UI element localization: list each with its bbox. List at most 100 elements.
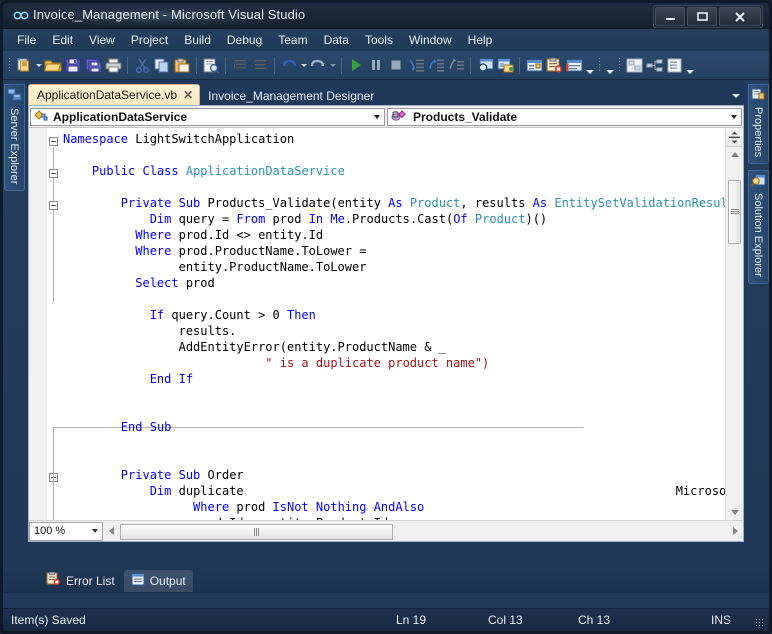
open-file-icon[interactable]: [43, 55, 63, 75]
scroll-down-button[interactable]: [726, 505, 743, 520]
toolbar-separator: [341, 56, 342, 74]
tab-list-dropdown-icon[interactable]: [730, 90, 742, 102]
horizontal-scrollbar-thumb[interactable]: [120, 523, 393, 540]
scroll-left-button[interactable]: [103, 523, 119, 540]
tab-output[interactable]: Output: [123, 569, 193, 592]
code-surface[interactable]: Namespace LightSwitchApplication Public …: [29, 128, 743, 521]
toolbar-overflow-icon[interactable]: [684, 54, 695, 76]
menu-view[interactable]: View: [81, 31, 123, 49]
uncomment-icon[interactable]: [250, 55, 270, 75]
sidebar-item-properties[interactable]: Properties: [747, 84, 769, 165]
step-into-icon[interactable]: [406, 55, 426, 75]
error-list-icon[interactable]: [544, 55, 564, 75]
find-in-files-icon[interactable]: [475, 55, 495, 75]
solution-explorer-icon: [750, 174, 766, 190]
resize-grip[interactable]: [755, 618, 765, 628]
window-controls: [653, 5, 763, 28]
indicator-margin[interactable]: [29, 128, 48, 521]
output-icon: [131, 573, 145, 589]
zoom-dropdown[interactable]: 100 %: [29, 521, 103, 541]
new-project-icon[interactable]: [14, 55, 34, 75]
new-project-dropdown-icon[interactable]: [34, 55, 43, 75]
standard-toolbar: [3, 51, 769, 80]
close-button[interactable]: [719, 7, 761, 26]
save-icon[interactable]: [63, 55, 83, 75]
comment-icon[interactable]: [230, 55, 250, 75]
stop-icon[interactable]: [386, 55, 406, 75]
sidebar-item-server-explorer[interactable]: Server Explorer: [3, 84, 25, 192]
cut-icon[interactable]: [132, 55, 152, 75]
find-replace-icon[interactable]: [201, 55, 221, 75]
undo-dropdown-icon[interactable]: [299, 55, 308, 75]
menu-tools[interactable]: Tools: [357, 31, 401, 49]
outlining-margin[interactable]: [47, 128, 63, 521]
object-browser-icon[interactable]: [644, 55, 664, 75]
code-line: Dim query = From prod In Me.Products.Cas…: [149, 212, 548, 226]
vertical-scrollbar[interactable]: [725, 128, 743, 541]
paste-icon[interactable]: [172, 55, 192, 75]
sidebar-item-solution-explorer[interactable]: Solution Explorer: [747, 170, 769, 284]
start-debug-icon[interactable]: [346, 55, 366, 75]
toolbox-icon[interactable]: [495, 55, 515, 75]
chevron-down-icon[interactable]: [369, 109, 384, 125]
fold-toggle-namespace[interactable]: [49, 137, 58, 146]
fold-toggle-sub[interactable]: [49, 201, 58, 210]
scroll-right-button[interactable]: [727, 523, 743, 540]
undo-icon[interactable]: [279, 55, 299, 75]
code-line: End If: [149, 372, 194, 386]
scroll-up-button[interactable]: [726, 147, 743, 162]
class-dropdown[interactable]: ApplicationDataService: [30, 108, 385, 126]
toolbar-grip[interactable]: [8, 57, 11, 73]
menu-edit[interactable]: Edit: [44, 31, 81, 49]
member-dropdown[interactable]: Products_Validate: [387, 108, 742, 126]
output-window-icon[interactable]: [564, 55, 584, 75]
visual-studio-window: Invoice_Management - Microsoft Visual St…: [0, 0, 772, 634]
menu-debug[interactable]: Debug: [219, 31, 270, 49]
save-all-icon[interactable]: [83, 55, 103, 75]
class-view-icon[interactable]: [624, 55, 644, 75]
chevron-down-icon[interactable]: [88, 523, 102, 540]
vertical-scrollbar-thumb[interactable]: [728, 180, 741, 244]
code-line: Private Sub Products_Validate(entity As …: [120, 196, 735, 210]
menu-project[interactable]: Project: [123, 31, 176, 49]
minimize-button[interactable]: [655, 7, 685, 26]
server-explorer-icon: [7, 88, 22, 105]
redo-icon[interactable]: [308, 55, 328, 75]
toolbar-grip[interactable]: [598, 57, 601, 73]
menu-file[interactable]: File: [9, 31, 44, 49]
code-line: Where prod.ProductName.ToLower =: [135, 244, 367, 258]
step-over-icon[interactable]: [426, 55, 446, 75]
tab-invoice-management-designer[interactable]: Invoice_Management Designer: [200, 86, 380, 105]
print-icon[interactable]: [103, 55, 123, 75]
menu-build[interactable]: Build: [176, 31, 219, 49]
redo-dropdown-icon[interactable]: [328, 55, 337, 75]
menu-data[interactable]: Data: [316, 31, 357, 49]
copy-icon[interactable]: [152, 55, 172, 75]
maximize-button[interactable]: [687, 7, 717, 26]
toolbar-overflow-icon[interactable]: [584, 54, 595, 76]
toolbar-grip[interactable]: [618, 57, 621, 73]
title-bar: Invoice_Management - Microsoft Visual St…: [3, 3, 769, 29]
pause-icon[interactable]: [366, 55, 386, 75]
horizontal-scrollbar[interactable]: [119, 522, 727, 540]
class-dropdown-value: ApplicationDataService: [53, 110, 188, 124]
menu-team[interactable]: Team: [270, 31, 315, 49]
menu-window[interactable]: Window: [401, 31, 460, 49]
tab-application-data-service[interactable]: ApplicationDataService.vb ✕: [28, 84, 201, 105]
toolbar-overflow-icon[interactable]: [604, 54, 615, 76]
private-method-icon: [391, 109, 409, 126]
code-text[interactable]: Namespace LightSwitchApplication Public …: [63, 128, 743, 521]
document-outline-icon[interactable]: [664, 55, 684, 75]
class-icon: [34, 109, 49, 126]
properties-window-icon[interactable]: [524, 55, 544, 75]
tab-label: Invoice_Management Designer: [208, 88, 375, 103]
error-list-icon: [46, 571, 61, 589]
chevron-down-icon[interactable]: [726, 109, 741, 125]
close-icon[interactable]: ✕: [183, 89, 193, 101]
fold-toggle-class[interactable]: [49, 169, 58, 178]
step-out-icon[interactable]: [446, 55, 466, 75]
menu-help[interactable]: Help: [460, 31, 501, 49]
split-view-button[interactable]: [726, 128, 743, 147]
tab-error-list[interactable]: Error List: [39, 569, 122, 592]
